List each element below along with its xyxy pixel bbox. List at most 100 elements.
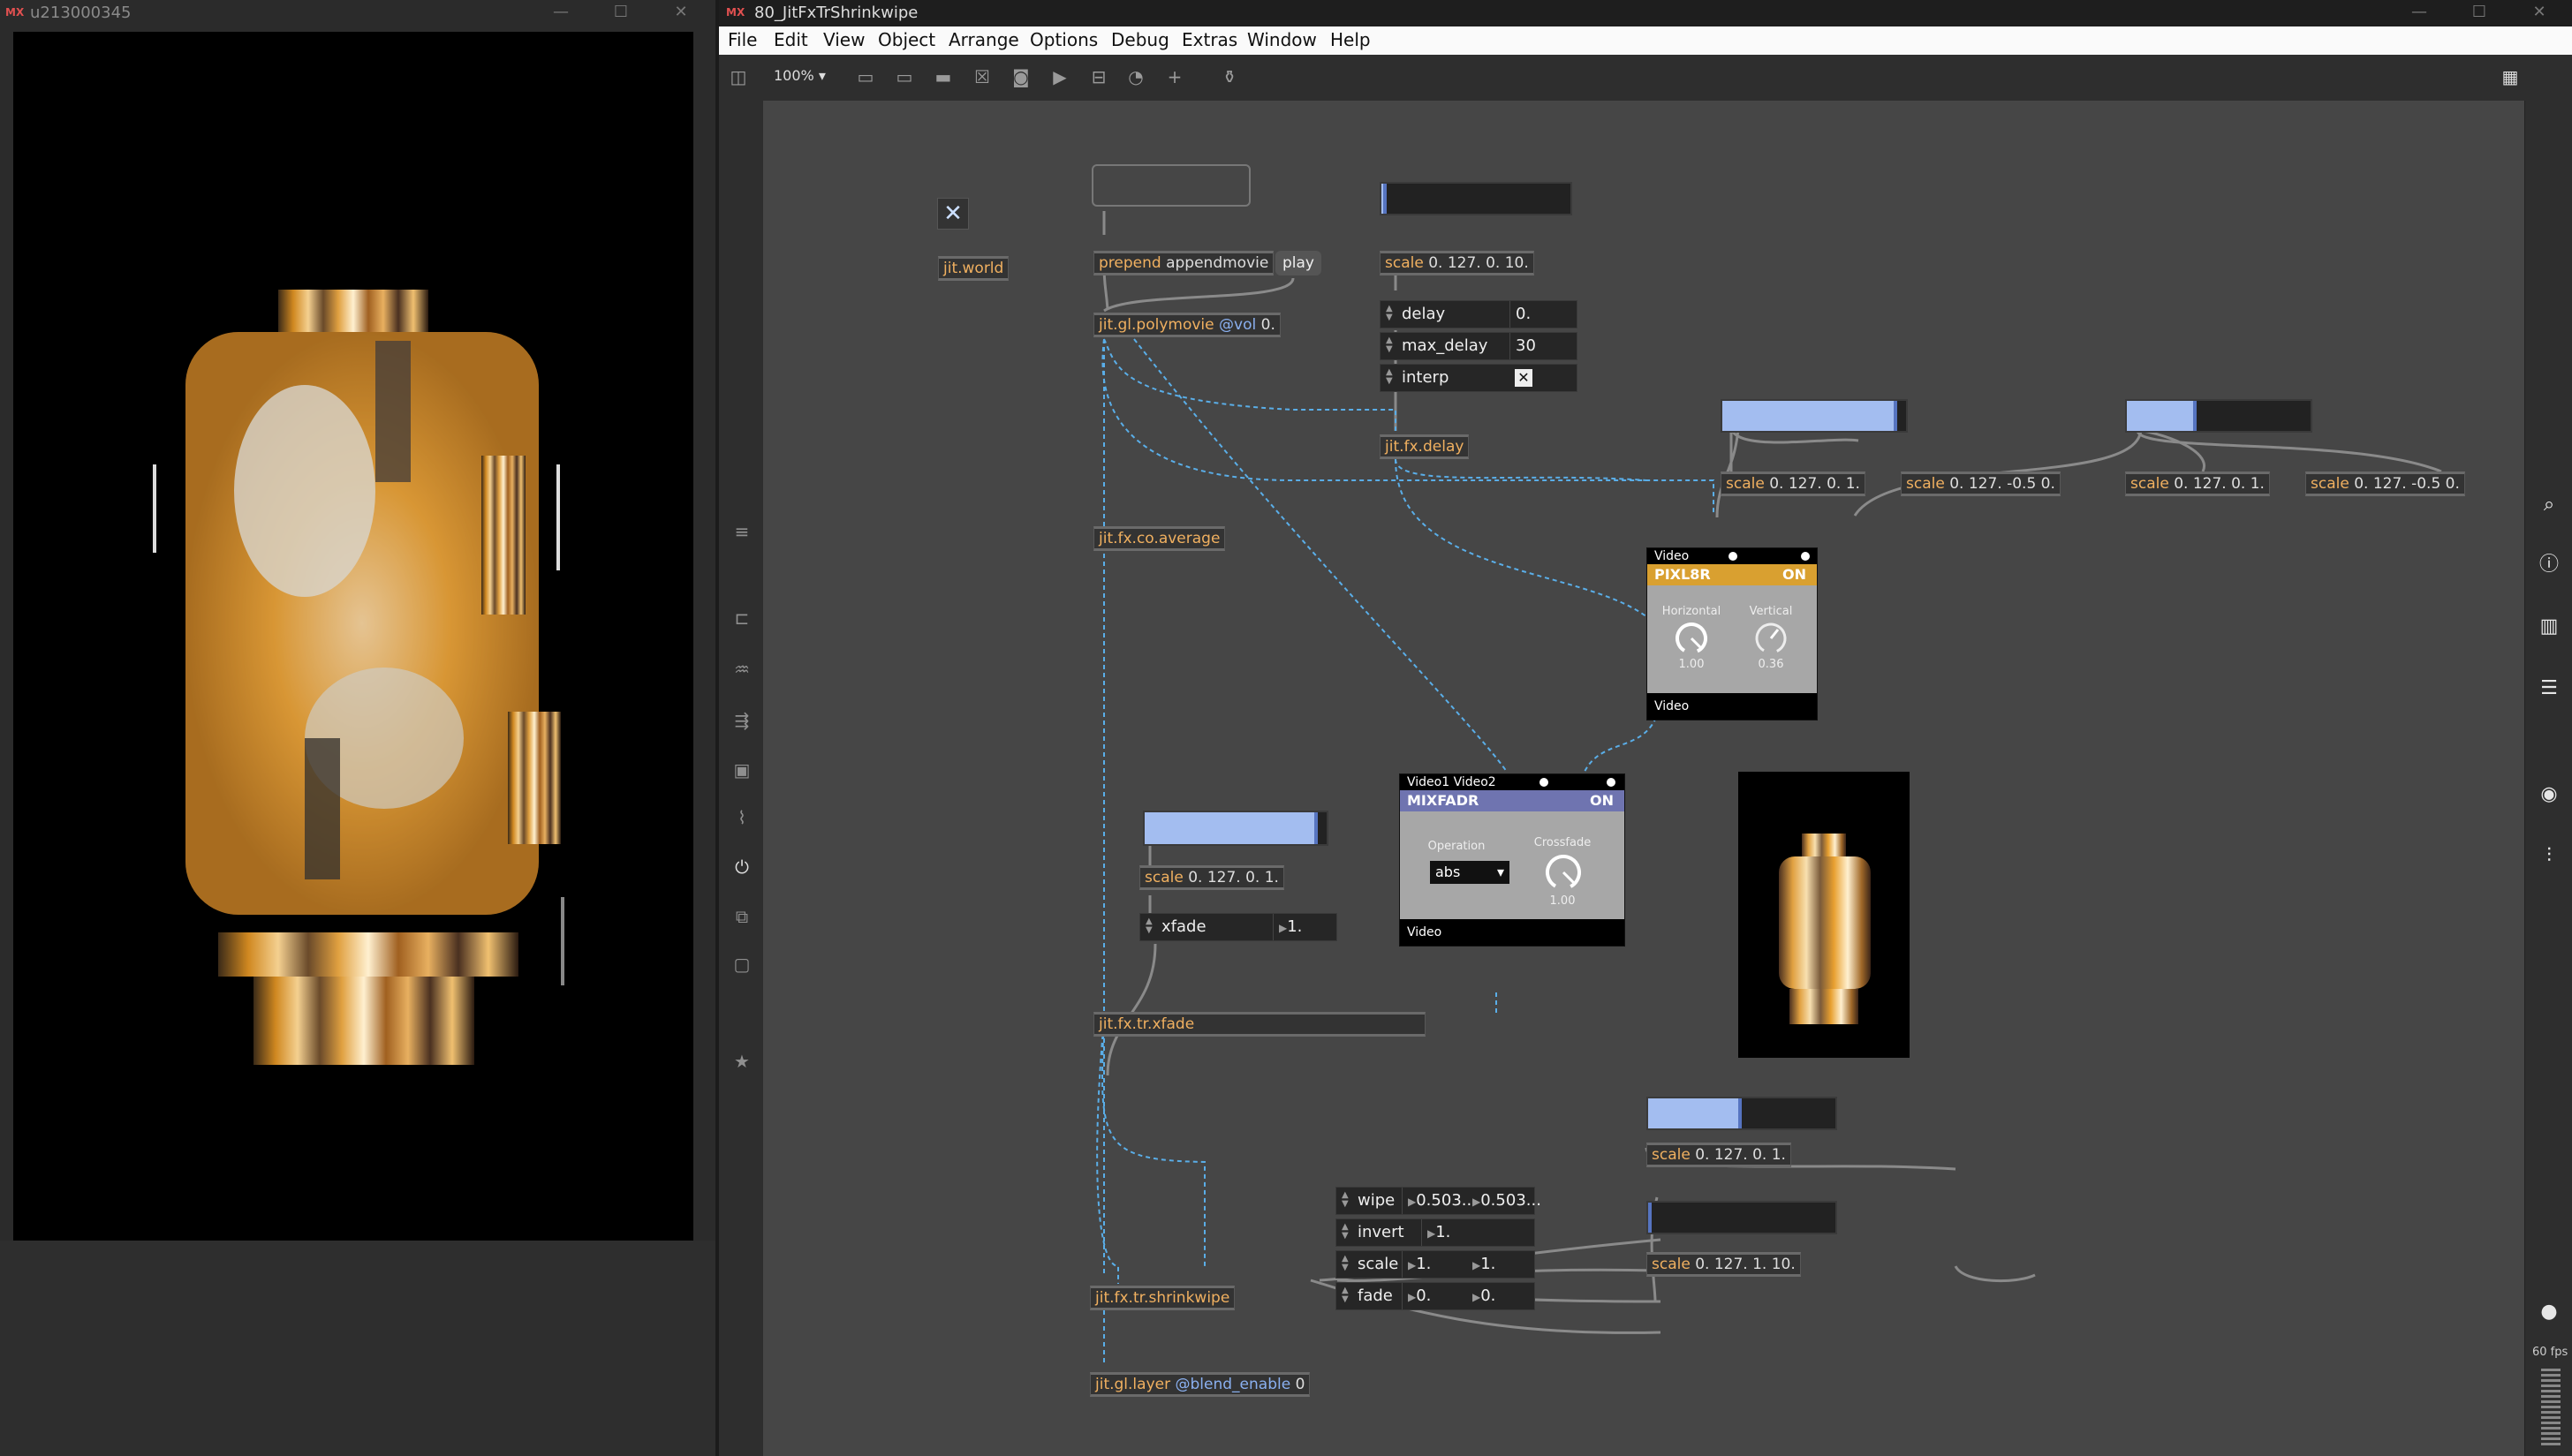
- menu-help[interactable]: Help: [1330, 29, 1371, 50]
- menu-window[interactable]: Window: [1247, 29, 1317, 50]
- mixfadr-inlet[interactable]: [1607, 778, 1615, 787]
- beap-mixfadr[interactable]: Video1 Video2 MIXFADR ON Operation abs ▾ C…: [1399, 773, 1625, 947]
- mixfadr-crossfade-dial[interactable]: [1543, 852, 1584, 893]
- snapshot-camera-icon[interactable]: ◉: [2538, 784, 2560, 805]
- object-jit-fx-co-average[interactable]: jit.fx.co.average: [1093, 526, 1226, 551]
- pixl8r-vertical-dial[interactable]: [1753, 621, 1789, 656]
- rack-icon[interactable]: ⊏: [731, 607, 753, 629]
- object-scale-xfade[interactable]: scale 0. 127. 0. 1.: [1139, 865, 1284, 890]
- menu-extras[interactable]: Extras: [1182, 29, 1237, 50]
- object-scale-p1[interactable]: scale 0. 127. 0. 1.: [1721, 472, 1865, 496]
- pixl8r-vertical-value: 0.36: [1758, 658, 1784, 671]
- mixfadr-operation-label: Operation: [1427, 840, 1486, 853]
- paperclip-icon[interactable]: ⌇: [731, 807, 753, 828]
- object-scale-p3[interactable]: scale 0. 127. 0. 1.: [2125, 472, 2270, 496]
- pixl8r-inlet[interactable]: [1729, 552, 1737, 561]
- object-jit-fx-tr-xfade[interactable]: jit.fx.tr.xfade: [1093, 1012, 1426, 1037]
- sequence-icon[interactable]: ⇶: [731, 710, 753, 731]
- minimize-button[interactable]: —: [544, 0, 578, 25]
- new-object-icon[interactable]: ▭: [855, 66, 876, 87]
- plug-icon[interactable]: ⏻: [731, 856, 753, 878]
- transport-icon[interactable]: ●: [2538, 1301, 2560, 1323]
- interp-checkbox[interactable]: ✕: [1515, 369, 1532, 387]
- menu-arrange[interactable]: Arrange: [949, 29, 1019, 50]
- object-scale-wipe[interactable]: scale 0. 127. 0. 1.: [1646, 1143, 1791, 1167]
- mixfadr-operation-menu[interactable]: abs ▾: [1430, 861, 1509, 884]
- pixl8r-on-button[interactable]: ON: [1782, 564, 1806, 585]
- attrui-interp[interactable]: ▲ ▼ interp ✕: [1380, 364, 1577, 392]
- audio-icon[interactable]: ♒: [731, 659, 753, 680]
- toggle-icon[interactable]: ☒: [972, 66, 993, 87]
- slider-icon[interactable]: ⊟: [1088, 66, 1109, 87]
- close-button[interactable]: ✕: [2523, 0, 2556, 25]
- menu-icon[interactable]: ≡: [731, 521, 753, 542]
- render-canvas[interactable]: [13, 32, 693, 1241]
- comment-icon[interactable]: ▬: [933, 66, 954, 87]
- add-icon[interactable]: +: [1164, 66, 1185, 87]
- slider-pixl8r-vertical[interactable]: [2125, 399, 2312, 433]
- zoom-select[interactable]: 100% ▾: [774, 67, 826, 84]
- reference-book-icon[interactable]: ▥: [2538, 616, 2560, 637]
- object-scale-p4[interactable]: scale 0. 127. -0.5 0.: [2305, 472, 2465, 496]
- image-icon[interactable]: ▣: [731, 759, 753, 781]
- attrui-delay[interactable]: ▲ ▼ delay 0.: [1380, 300, 1577, 328]
- list-icon[interactable]: ☰: [2538, 678, 2560, 699]
- frame-icon[interactable]: ▢: [731, 954, 753, 975]
- menu-object[interactable]: Object: [878, 29, 935, 50]
- slider-pixl8r-horizontal[interactable]: [1721, 399, 1908, 433]
- object-scale-scale[interactable]: scale 0. 127. 1. 10.: [1646, 1252, 1801, 1277]
- drop-file-area[interactable]: [1092, 164, 1251, 207]
- patcher-canvas[interactable]: ✕ jit.world prepend appendmovie play jit…: [763, 101, 2524, 1456]
- menu-edit[interactable]: Edit: [774, 29, 808, 50]
- slider-scale[interactable]: [1646, 1201, 1837, 1234]
- search-icon[interactable]: ⌕: [2538, 494, 2560, 516]
- attrui-max-delay[interactable]: ▲ ▼ max_delay 30: [1380, 332, 1577, 360]
- attrui-invert[interactable]: ▲ ▼ invert ▶1.: [1335, 1218, 1535, 1247]
- maximize-button[interactable]: ☐: [604, 0, 638, 25]
- attrui-scale[interactable]: ▲ ▼ scale ▶1. ▶1.: [1335, 1250, 1535, 1279]
- grid-icon[interactable]: ▦: [2500, 66, 2521, 87]
- new-message-icon[interactable]: ▭: [894, 66, 915, 87]
- playback-icon[interactable]: ▶: [1049, 66, 1070, 87]
- object-jit-fx-delay[interactable]: jit.fx.delay: [1380, 434, 1470, 459]
- package-icon[interactable]: ⧉: [731, 906, 753, 927]
- object-prepend[interactable]: prepend appendmovie: [1093, 251, 1275, 275]
- menu-view[interactable]: View: [823, 29, 865, 50]
- render-window-titlebar[interactable]: MX u213000345 — ☐ ✕: [0, 0, 715, 26]
- message-play[interactable]: play: [1275, 251, 1321, 275]
- object-scale-delay[interactable]: scale 0. 127. 0. 10.: [1380, 251, 1534, 275]
- slider-delay[interactable]: [1380, 182, 1572, 215]
- attrui-fade[interactable]: ▲ ▼ fade ▶0. ▶0.: [1335, 1282, 1535, 1310]
- sidebar-toggle-icon[interactable]: ◫: [728, 66, 749, 87]
- beap-pixl8r[interactable]: Video PIXL8R ON Horizontal Vertical 1.00 …: [1646, 547, 1818, 720]
- info-icon[interactable]: ⓘ: [2538, 554, 2560, 576]
- favorites-star-icon[interactable]: ★: [731, 1051, 753, 1072]
- menu-debug[interactable]: Debug: [1111, 29, 1169, 50]
- object-scale-p2[interactable]: scale 0. 127. -0.5 0.: [1901, 472, 2061, 496]
- mixfadr-inlet[interactable]: [1539, 778, 1548, 787]
- render-toggle[interactable]: ✕: [937, 198, 969, 230]
- video-preview: [1738, 772, 1910, 1058]
- slider-wipe[interactable]: [1646, 1097, 1837, 1130]
- object-jit-gl-polymovie[interactable]: jit.gl.polymovie @vol 0.: [1093, 313, 1281, 337]
- menu-file[interactable]: File: [728, 29, 757, 50]
- right-sidebar: ⌕ ⓘ ▥ ☰ ◉ ⫶ ● 60 fps: [2524, 101, 2572, 1456]
- close-button[interactable]: ✕: [664, 0, 698, 25]
- dial-icon[interactable]: ◔: [1125, 66, 1146, 87]
- max-window-titlebar[interactable]: MX 80_JitFxTrShrinkwipe — ☐ ✕: [719, 0, 2572, 26]
- attrui-wipe[interactable]: ▲ ▼ wipe ▶0.503... ▶0.503...: [1335, 1187, 1541, 1215]
- slider-xfade[interactable]: [1143, 811, 1328, 846]
- button-icon[interactable]: ◙: [1010, 66, 1032, 87]
- object-jit-gl-layer[interactable]: jit.gl.layer @blend_enable 0: [1090, 1372, 1311, 1397]
- maximize-button[interactable]: ☐: [2462, 0, 2496, 25]
- mixfadr-on-button[interactable]: ON: [1590, 790, 1614, 811]
- minimize-button[interactable]: —: [2402, 0, 2436, 25]
- pixl8r-inlet[interactable]: [1801, 552, 1810, 561]
- object-jit-world[interactable]: jit.world: [938, 256, 1010, 281]
- object-jit-fx-tr-shrinkwipe[interactable]: jit.fx.tr.shrinkwipe: [1090, 1286, 1236, 1310]
- paint-bucket-icon[interactable]: ⚱: [1219, 66, 1240, 87]
- pixl8r-horizontal-dial[interactable]: [1674, 621, 1709, 656]
- mixer-icon[interactable]: ⫶: [2538, 846, 2560, 867]
- attrui-xfade[interactable]: ▲ ▼ xfade ▶1.: [1139, 913, 1337, 941]
- menu-options[interactable]: Options: [1030, 29, 1098, 50]
